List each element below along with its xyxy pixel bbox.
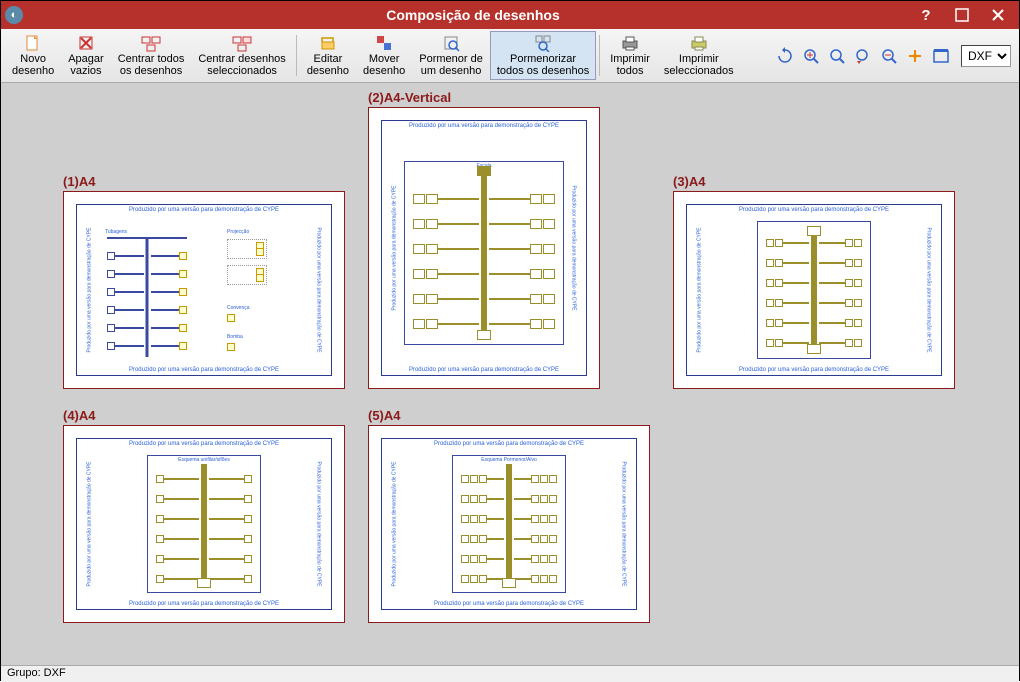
watermark: Produzido por uma versão para demonstraç… <box>87 461 93 586</box>
detail-all-label: Pormenorizar todos os desenhos <box>497 53 589 77</box>
center-all-label: Centrar todos os desenhos <box>118 53 185 77</box>
help-button[interactable]: ? <box>915 4 937 26</box>
diagram <box>757 221 871 359</box>
format-select[interactable]: DXF <box>961 45 1011 67</box>
page: Produzido por uma versão para demonstraç… <box>368 107 600 389</box>
delete-icon <box>75 34 97 52</box>
thumbnail-2[interactable]: (2)A4-Vertical Produzido por uma versão … <box>368 90 600 389</box>
watermark: Produzido por uma versão para demonstraç… <box>77 207 331 213</box>
page: Produzido por uma versão para demonstraç… <box>63 191 345 389</box>
zoom-prev-button[interactable] <box>851 44 875 68</box>
watermark: Produzido por uma versão para demonstraç… <box>687 367 941 373</box>
move-icon <box>373 34 395 52</box>
new-drawing-button[interactable]: Novo desenho <box>5 31 61 80</box>
watermark: Produzido por uma versão para demonstraç… <box>620 461 626 586</box>
diagram: Escala <box>404 161 564 345</box>
print-all-button[interactable]: Imprimir todos <box>603 31 657 80</box>
edit-icon <box>317 34 339 52</box>
watermark: Produzido por uma versão para demonstraç… <box>77 601 331 607</box>
delete-empty-button[interactable]: Apagar vazios <box>61 31 110 80</box>
thumbnail-label: (2)A4-Vertical <box>368 90 600 105</box>
watermark: Produzido por uma versão para demonstraç… <box>697 227 703 352</box>
detail-all-icon <box>532 34 554 52</box>
watermark: Produzido por uma versão para demonstraç… <box>382 367 586 373</box>
pan-button[interactable] <box>903 44 927 68</box>
status-text: Grupo: DXF <box>7 667 66 679</box>
center-all-button[interactable]: Centrar todos os desenhos <box>111 31 192 80</box>
zoom-window-button[interactable] <box>825 44 849 68</box>
canvas[interactable]: (2)A4-Vertical Produzido por uma versão … <box>1 83 1019 665</box>
print-all-label: Imprimir todos <box>610 53 650 77</box>
watermark: Produzido por uma versão para demonstraç… <box>77 367 331 373</box>
thumbnail-3[interactable]: (3)A4 Produzido por uma versão para demo… <box>673 174 955 389</box>
close-button[interactable] <box>987 4 1009 26</box>
zoom-realtime-button[interactable] <box>877 44 901 68</box>
thumbnail-label: (1)A4 <box>63 174 345 189</box>
watermark: Produzido por uma versão para demonstraç… <box>925 227 931 352</box>
thumbnail-label: (5)A4 <box>368 408 650 423</box>
toolbar: Novo desenho Apagar vazios Centrar todos… <box>1 29 1019 83</box>
watermark: Produzido por uma versão para demonstraç… <box>315 461 321 586</box>
center-sel-label: Centrar desenhos seleccionados <box>198 53 285 77</box>
watermark: Produzido por uma versão para demonstraç… <box>570 185 576 310</box>
separator <box>296 35 297 76</box>
watermark: Produzido por uma versão para demonstraç… <box>382 441 636 447</box>
thumbnail-4[interactable]: (4)A4 Produzido por uma versão para demo… <box>63 408 345 623</box>
print-all-icon <box>619 34 641 52</box>
titlebar: ◐ Composição de desenhos ? <box>1 1 1019 29</box>
zoom-tools: DXF <box>773 31 1015 80</box>
move-label: Mover desenho <box>363 53 405 77</box>
print-sel-label: Imprimir seleccionados <box>664 53 734 77</box>
center-sel-icon <box>231 34 253 52</box>
move-drawing-button[interactable]: Mover desenho <box>356 31 412 80</box>
new-icon <box>22 34 44 52</box>
watermark: Produzido por uma versão para demonstraç… <box>392 185 398 310</box>
watermark: Produzido por uma versão para demonstraç… <box>77 441 331 447</box>
thumbnail-label: (3)A4 <box>673 174 955 189</box>
full-screen-button[interactable] <box>929 44 953 68</box>
edit-label: Editar desenho <box>307 53 349 77</box>
window-title: Composição de desenhos <box>31 7 915 23</box>
center-all-icon <box>140 34 162 52</box>
diagram: Esquema Pormenor/Alvo <box>452 455 566 593</box>
edit-drawing-button[interactable]: Editar desenho <box>300 31 356 80</box>
delete-empty-label: Apagar vazios <box>68 53 103 77</box>
page: Produzido por uma versão para demonstraç… <box>63 425 345 623</box>
center-selected-button[interactable]: Centrar desenhos seleccionados <box>191 31 292 80</box>
detail-all-button[interactable]: Pormenorizar todos os desenhos <box>490 31 596 80</box>
zoom-refresh-button[interactable] <box>773 44 797 68</box>
watermark: Produzido por uma versão para demonstraç… <box>382 601 636 607</box>
watermark: Produzido por uma versão para demonstraç… <box>315 227 321 352</box>
minimize-button[interactable] <box>951 4 973 26</box>
watermark: Produzido por uma versão para demonstraç… <box>687 207 941 213</box>
detail-one-label: Pormenor de um desenho <box>419 53 483 77</box>
window-controls: ? <box>915 4 1015 26</box>
app-icon: ◐ <box>5 6 23 24</box>
page: Produzido por uma versão para demonstraç… <box>673 191 955 389</box>
watermark: Produzido por uma versão para demonstraç… <box>87 227 93 352</box>
print-sel-icon <box>688 34 710 52</box>
print-selected-button[interactable]: Imprimir seleccionados <box>657 31 741 80</box>
watermark: Produzido por uma versão para demonstraç… <box>392 461 398 586</box>
page: Produzido por uma versão para demonstraç… <box>368 425 650 623</box>
thumbnail-1[interactable]: (1)A4 Produzido por uma versão para demo… <box>63 174 345 389</box>
statusbar: Grupo: DXF <box>1 665 1019 682</box>
new-drawing-label: Novo desenho <box>12 53 54 77</box>
thumbnail-label: (4)A4 <box>63 408 345 423</box>
zoom-extents-button[interactable] <box>799 44 823 68</box>
separator <box>599 35 600 76</box>
detail-one-button[interactable]: Pormenor de um desenho <box>412 31 490 80</box>
thumbnail-5[interactable]: (5)A4 Produzido por uma versão para demo… <box>368 408 650 623</box>
diagram: Esquema unifilar/sifões <box>147 455 261 593</box>
watermark: Produzido por uma versão para demonstraç… <box>382 123 586 129</box>
detail-one-icon <box>440 34 462 52</box>
